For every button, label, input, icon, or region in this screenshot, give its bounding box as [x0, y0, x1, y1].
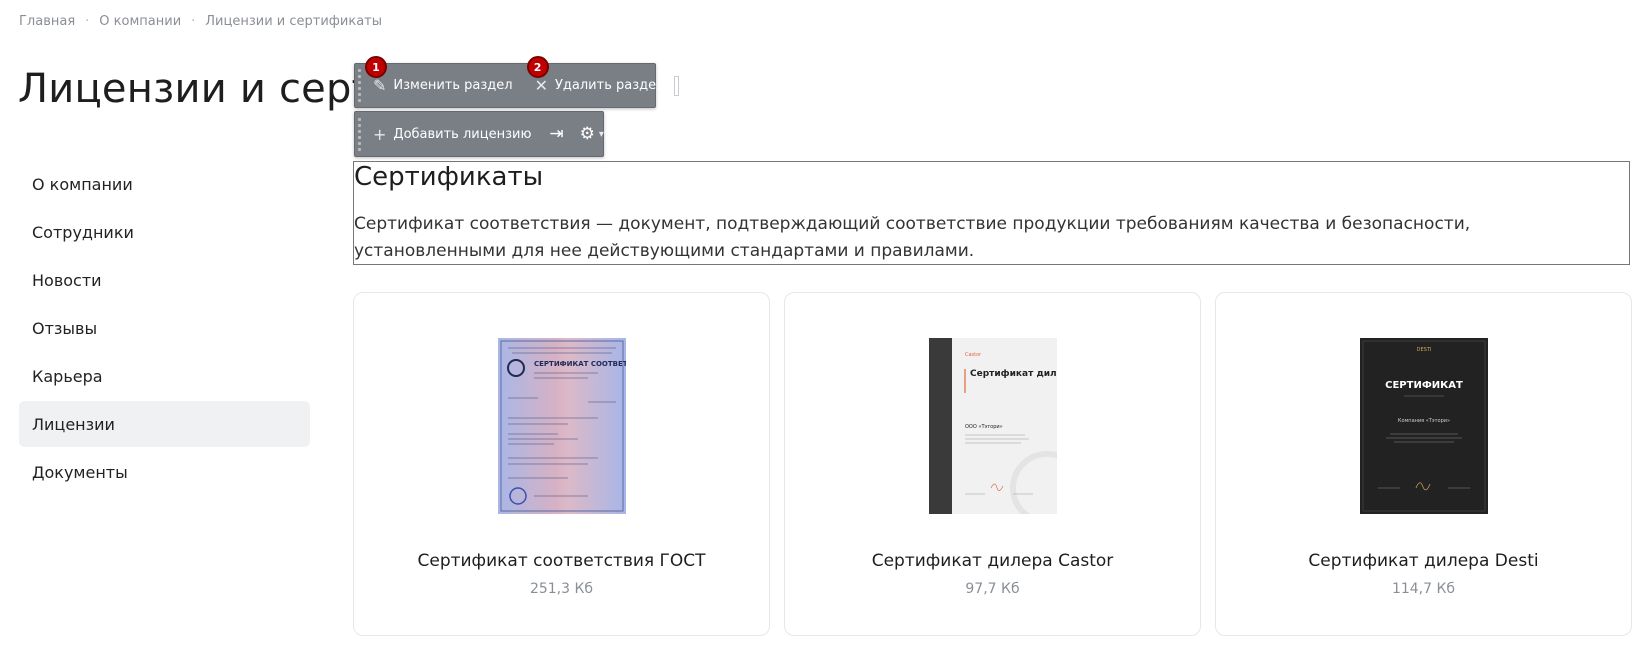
breadcrumb-home[interactable]: Главная: [19, 14, 75, 29]
license-edit-toolbar: + Добавить лицензию ⇥ ⚙ ▾: [354, 111, 604, 157]
certificate-card-castor[interactable]: Castor Сертификат дилера ООО «Тэтори» Се…: [784, 292, 1201, 636]
castor-thumb-brand: Castor: [965, 352, 982, 358]
gear-icon: ⚙: [579, 124, 595, 144]
close-icon: ✕: [534, 76, 548, 95]
breadcrumb-about[interactable]: О компании: [99, 14, 181, 29]
breadcrumb-current: Лицензии и сертификаты: [205, 14, 383, 29]
certificate-thumbnail-castor: Castor Сертификат дилера ООО «Тэтори»: [928, 338, 1057, 514]
add-license-label: Добавить лицензию: [393, 126, 532, 142]
chevron-down-icon: ▾: [598, 128, 604, 140]
card-file-size: 97,7 Кб: [965, 581, 1020, 597]
section-edit-toolbar: 1 ✎ Изменить раздел 2 ✕ Удалить раздел: [354, 56, 680, 108]
breadcrumb: Главная · О компании · Лицензии и сертиф…: [19, 14, 382, 29]
card-file-size: 251,3 Кб: [529, 581, 594, 597]
delete-section-label: Удалить раздел: [555, 78, 665, 93]
edit-section-button[interactable]: 1 ✎ Изменить раздел: [361, 56, 523, 107]
delete-section-button[interactable]: 2 ✕ Удалить раздел: [523, 56, 675, 107]
card-file-size: 114,7 Кб: [1391, 581, 1456, 597]
card-title: Сертификат соответствия ГОСТ: [417, 551, 706, 571]
certificate-card-gost[interactable]: СЕРТИФИКАТ СООТВЕТСТВИЯ: [353, 292, 770, 636]
sidebar: О компании Сотрудники Новости Отзывы Кар…: [19, 161, 310, 497]
desti-thumb-brand: DESTI: [1416, 347, 1431, 353]
pin-icon[interactable]: ⇥: [541, 112, 571, 156]
certificate-card-desti[interactable]: DESTI СЕРТИФИКАТ Компания «Тэтори» Серти…: [1215, 292, 1632, 636]
desti-thumb-company: Компания «Тэтори»: [1397, 418, 1449, 424]
sidebar-item-news[interactable]: Новости: [19, 257, 310, 303]
certificate-thumbnail-gost: СЕРТИФИКАТ СООТВЕТСТВИЯ: [497, 338, 626, 514]
toolbar-end-handle[interactable]: [674, 75, 680, 96]
breadcrumb-separator: ·: [191, 14, 196, 29]
sidebar-item-staff[interactable]: Сотрудники: [19, 209, 310, 255]
sidebar-item-licenses[interactable]: Лицензии: [19, 401, 310, 447]
sidebar-item-reviews[interactable]: Отзывы: [19, 305, 310, 351]
card-title: Сертификат дилера Castor: [871, 551, 1114, 571]
sidebar-item-career[interactable]: Карьера: [19, 353, 310, 399]
settings-button[interactable]: ⚙ ▾: [572, 112, 612, 156]
castor-thumb-heading: Сертификат дилера: [970, 369, 1057, 379]
pencil-icon: ✎: [373, 76, 387, 95]
hint-badge: 2: [526, 56, 549, 78]
castor-thumb-company: ООО «Тэтори»: [965, 424, 1003, 430]
hint-badge: 1: [365, 56, 387, 78]
plus-icon: +: [373, 124, 387, 144]
certificate-cards: СЕРТИФИКАТ СООТВЕТСТВИЯ: [353, 292, 1632, 636]
breadcrumb-separator: ·: [85, 14, 90, 29]
page-title: Лицензии и сертификаты: [18, 66, 358, 112]
section-description: Сертификат соответствия — документ, подт…: [354, 214, 1471, 261]
sidebar-item-documents[interactable]: Документы: [19, 449, 310, 495]
edit-section-label: Изменить раздел: [393, 78, 513, 93]
section-title: Сертификаты: [354, 162, 544, 192]
add-license-button[interactable]: + Добавить лицензию: [361, 112, 541, 156]
gost-thumb-heading: СЕРТИФИКАТ СООТВЕТСТВИЯ: [534, 360, 626, 368]
sidebar-item-about[interactable]: О компании: [19, 161, 310, 207]
card-title: Сертификат дилера Desti: [1308, 551, 1539, 571]
certificate-thumbnail-desti: DESTI СЕРТИФИКАТ Компания «Тэтори»: [1359, 338, 1488, 514]
desti-thumb-heading: СЕРТИФИКАТ: [1385, 380, 1463, 391]
